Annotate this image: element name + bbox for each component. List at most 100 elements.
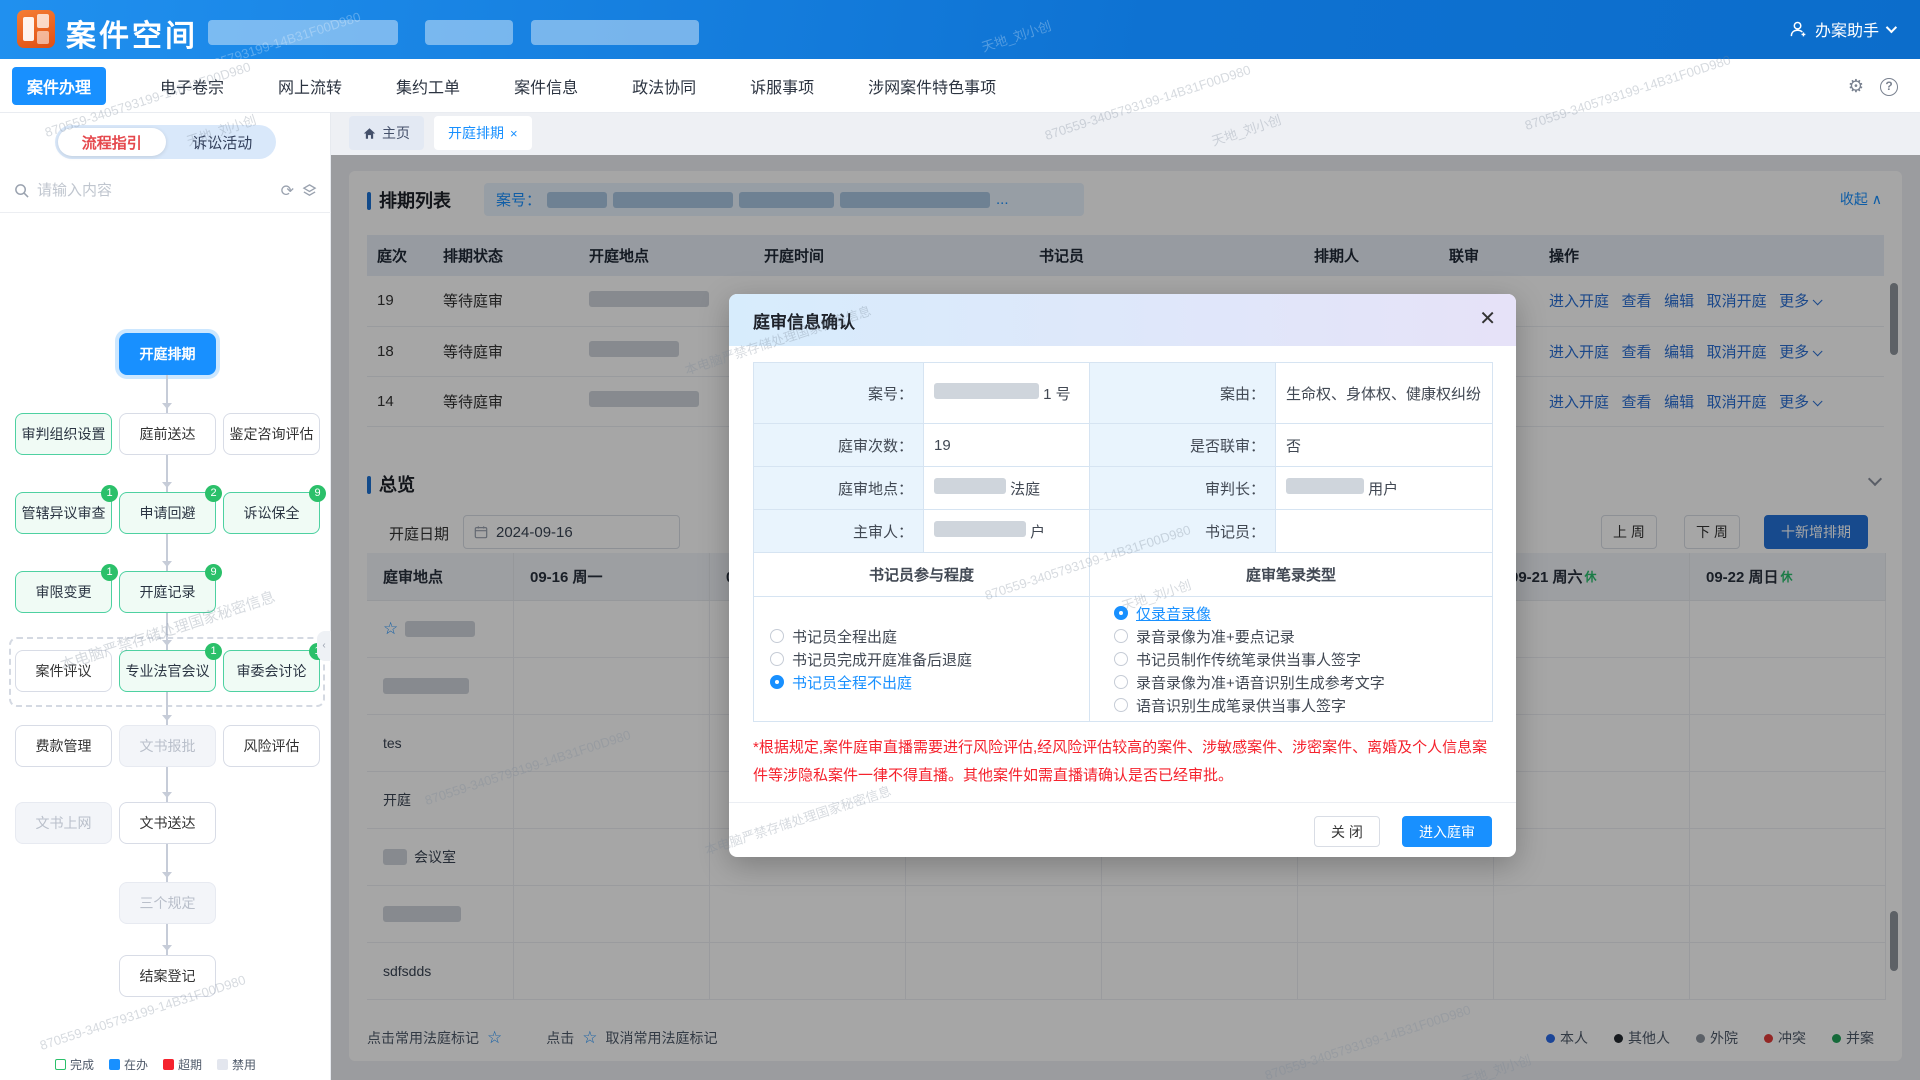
radio-clerk-full-attend[interactable]: 书记员全程出庭 — [770, 625, 1079, 648]
close-button[interactable]: 关 闭 — [1314, 816, 1380, 847]
chief-judge-label: 主审人： — [754, 510, 924, 553]
help-icon[interactable]: ? — [1880, 78, 1898, 96]
flow-label: 管辖异议审查 — [22, 505, 106, 521]
assistant-menu[interactable]: 办案助手 — [1789, 17, 1894, 41]
radio-speech-transcript[interactable]: 语音识别生成笔录供当事人签字 — [1114, 694, 1482, 717]
flow-arrow — [166, 534, 168, 571]
record-type-header: 庭审笔录类型 — [1090, 553, 1493, 597]
dialog-title: 庭审信息确认 — [753, 308, 855, 333]
redacted-header-text — [208, 20, 398, 45]
flow-fengxian-pinggu[interactable]: 风险评估 — [223, 725, 320, 767]
enter-hearing-button[interactable]: 进入庭审 — [1402, 816, 1492, 847]
radio-icon — [770, 629, 784, 643]
flow-kaiting-paiqi[interactable]: 开庭排期 — [119, 333, 216, 375]
app-window: 案件空间 办案助手 案件办理 电子卷宗 网上流转 集约工单 案件信息 政法协同 … — [0, 0, 1920, 1080]
flow-shenpan-zuzhi[interactable]: 审判组织设置 — [15, 413, 112, 455]
flow-label: 开庭记录 — [140, 584, 196, 600]
nav-litigation-service[interactable]: 诉服事项 — [750, 74, 814, 98]
radio-av-plus-speech-text[interactable]: 录音录像为准+语音识别生成参考文字 — [1114, 671, 1482, 694]
hearing-place-value: 法庭 — [924, 467, 1090, 510]
tab-current-label: 开庭排期 — [448, 123, 504, 143]
close-icon[interactable]: ✕ — [1479, 308, 1496, 330]
redacted-header-text — [425, 20, 513, 45]
sidebar-search: ⟳ — [0, 169, 331, 213]
info-row: 庭审地点： 法庭 审判长： 用户 — [754, 467, 1493, 510]
redacted-header-text — [531, 20, 699, 45]
flow-kaiting-jilu[interactable]: 开庭记录 9 — [119, 571, 216, 613]
radio-clerk-leave-after-prep[interactable]: 书记员完成开庭准备后退庭 — [770, 648, 1079, 671]
flow-wenshu-shangwang[interactable]: 文书上网 — [15, 802, 112, 844]
radio-icon — [1114, 698, 1128, 712]
chevron-down-icon — [1886, 22, 1897, 33]
flow-tingqian-songda[interactable]: 庭前送达 — [119, 413, 216, 455]
assistant-person-icon — [1789, 20, 1808, 39]
flow-arrow — [166, 692, 168, 725]
nav-e-dossier[interactable]: 电子卷宗 — [160, 74, 224, 98]
flow-faguan-huiyi[interactable]: 专业法官会议 1 — [119, 650, 216, 692]
app-title: 案件空间 — [66, 11, 198, 55]
hearing-times-label: 庭审次数： — [754, 424, 924, 467]
joint-trial-label: 是否联审： — [1090, 424, 1276, 467]
flow-jianding-pinggu[interactable]: 鉴定咨询评估 — [223, 413, 320, 455]
flow-susong-baoquan[interactable]: 诉讼保全 9 — [223, 492, 320, 534]
flow-guanxia-yiyi[interactable]: 管辖异议审查 1 — [15, 492, 112, 534]
tab-process-guide[interactable]: 流程指引 — [58, 128, 166, 156]
flow-sange-guiding[interactable]: 三个规定 — [119, 882, 216, 924]
flow-status-legend: 完成 在办 超期 禁用 — [55, 1056, 256, 1073]
nav-political-legal[interactable]: 政法协同 — [632, 74, 696, 98]
redacted-case-no — [934, 383, 1039, 399]
flow-arrow — [166, 844, 168, 882]
live-broadcast-warning: *根据规定,案件庭审直播需要进行风险评估,经风险评估较高的案件、涉敏感案件、涉密… — [753, 734, 1492, 790]
hearing-times-value: 19 — [924, 424, 1090, 467]
radio-icon — [1114, 606, 1128, 620]
flow-shenwei-taolun[interactable]: 审委会讨论 1 — [223, 650, 320, 692]
flow-wenshu-songda[interactable]: 文书送达 — [119, 802, 216, 844]
flow-anjian-pingyi[interactable]: 案件评议 — [15, 650, 112, 692]
count-badge: 1 — [101, 564, 118, 581]
radio-icon — [1114, 652, 1128, 666]
nav-online-transfer[interactable]: 网上流转 — [278, 74, 342, 98]
radio-av-plus-notes[interactable]: 录音录像为准+要点记录 — [1114, 625, 1482, 648]
nav-internet-cases[interactable]: 涉网案件特色事项 — [868, 74, 996, 98]
radio-traditional-transcript[interactable]: 书记员制作传统笔录供当事人签字 — [1114, 648, 1482, 671]
group-header-row: 书记员参与程度 庭审笔录类型 — [754, 553, 1493, 597]
nav-work-orders[interactable]: 集约工单 — [396, 74, 460, 98]
flow-feikuan-guanli[interactable]: 费款管理 — [15, 725, 112, 767]
flow-arrow — [166, 375, 168, 413]
case-no-label: 案号： — [754, 363, 924, 424]
flow-jiean-dengji[interactable]: 结案登记 — [119, 955, 216, 997]
refresh-icon[interactable]: ⟳ — [281, 181, 294, 201]
nav-case-handling[interactable]: 案件办理 — [12, 67, 106, 105]
flow-label: 审限变更 — [36, 584, 92, 600]
count-badge: 2 — [205, 485, 222, 502]
sidebar-toggle: 流程指引 诉讼活动 — [55, 125, 276, 159]
sidebar-collapse-handle[interactable]: ‹ — [317, 631, 331, 661]
participation-header: 书记员参与程度 — [754, 553, 1090, 597]
radio-av-only[interactable]: 仅录音录像 — [1114, 602, 1482, 625]
tab-close-icon[interactable]: × — [510, 126, 518, 141]
count-badge: 9 — [205, 564, 222, 581]
layers-icon[interactable] — [302, 183, 317, 198]
flow-label: 诉讼保全 — [244, 505, 300, 521]
radio-icon — [770, 675, 784, 689]
flow-arrow — [166, 924, 168, 955]
settings-gear-icon[interactable]: ⚙ — [1848, 76, 1864, 97]
search-input[interactable] — [37, 182, 273, 199]
presiding-judge-label: 审判长： — [1090, 467, 1276, 510]
home-icon — [363, 127, 376, 140]
workspace-tabs: 主页 开庭排期 × — [349, 116, 532, 153]
flow-wenshu-baopi[interactable]: 文书报批 — [119, 725, 216, 767]
top-header: 案件空间 办案助手 — [0, 0, 1920, 59]
flow-label: 审委会讨论 — [237, 663, 307, 679]
search-icon — [14, 183, 29, 198]
main-nav: 案件办理 电子卷宗 网上流转 集约工单 案件信息 政法协同 诉服事项 涉网案件特… — [0, 59, 1920, 113]
tab-kaiting-paiqi[interactable]: 开庭排期 × — [434, 116, 532, 150]
options-row: 书记员全程出庭 书记员完成开庭准备后退庭 书记员全程不出庭 仅录音录像 录音录像… — [754, 597, 1493, 722]
radio-clerk-absent[interactable]: 书记员全程不出庭 — [770, 671, 1079, 694]
hearing-info-table: 案号： 1 号 案由： 生命权、身体权、健康权纠纷 庭审次数： 19 是否联审：… — [753, 362, 1493, 722]
nav-case-info[interactable]: 案件信息 — [514, 74, 578, 98]
tab-litigation-activity[interactable]: 诉讼活动 — [169, 125, 277, 159]
flow-shenqing-huibi[interactable]: 申请回避 2 — [119, 492, 216, 534]
flow-shenxian-biangeng[interactable]: 审限变更 1 — [15, 571, 112, 613]
tab-home[interactable]: 主页 — [349, 116, 424, 150]
